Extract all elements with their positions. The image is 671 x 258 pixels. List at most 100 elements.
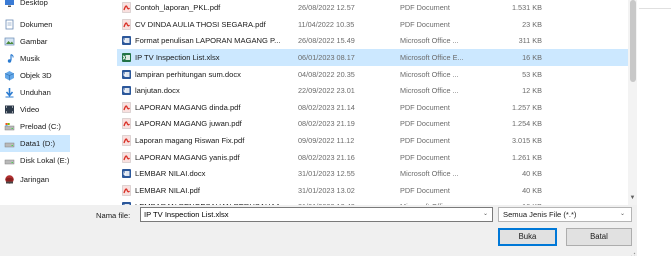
file-row[interactable]: LAPORAN MAGANG juwan.pdf 08/02/2023 21.19… — [117, 116, 628, 133]
file-date: 31/01/2023 12.55 — [298, 169, 355, 179]
file-name: IP TV Inspection List.xlsx — [135, 53, 220, 63]
file-date: 04/08/2022 20.35 — [298, 69, 355, 79]
file-date: 11/04/2022 10.35 — [298, 19, 355, 29]
file-date: 31/01/2023 13.02 — [298, 185, 355, 195]
nav-item-label: Data1 (D:) — [20, 139, 56, 148]
downloads-icon — [4, 87, 15, 98]
file-date: 26/08/2022 12.57 — [298, 3, 355, 13]
file-type: Microsoft Office ... — [400, 69, 459, 79]
file-date: 22/09/2022 23.01 — [298, 86, 355, 96]
videos-icon — [4, 104, 15, 115]
word-file-icon — [121, 69, 132, 80]
word-file-icon — [121, 85, 132, 96]
nav-item-label: Video — [20, 105, 40, 114]
file-row[interactable]: LAPORAN MAGANG yanis.pdf 08/02/2023 21.16… — [117, 149, 628, 166]
file-size: 40 KB — [522, 185, 542, 195]
background-area — [637, 0, 671, 258]
nav-item-desktop[interactable]: Desktop — [0, 0, 117, 11]
pdf-file-icon — [121, 118, 132, 130]
file-row[interactable]: LEMBAR NILAI.docx 31/01/2023 12.55 Microso… — [117, 166, 628, 183]
cancel-button[interactable]: Batal — [566, 228, 632, 246]
file-row[interactable]: lampiran perhitungan sum.docx 04/08/2022 … — [117, 66, 628, 83]
documents-icon — [4, 19, 15, 30]
vertical-scrollbar[interactable]: ▼ — [628, 0, 637, 205]
file-name: LAPORAN MAGANG yanis.pdf — [135, 152, 240, 162]
desktop-icon — [4, 0, 15, 8]
file-list: Contoh_laporan_PKL.pdf 26/08/2022 12.57 PD… — [117, 0, 628, 205]
file-name: LEMBAR NILAI.pdf — [135, 185, 200, 195]
file-type: PDF Document — [400, 102, 450, 112]
file-size: 53 KB — [522, 69, 542, 79]
file-date: 08/02/2023 21.14 — [298, 102, 355, 112]
file-row[interactable]: Laporan magang Riswan Fix.pdf 09/09/2022 … — [117, 132, 628, 149]
file-type: PDF Document — [400, 185, 450, 195]
file-name: LEMBAR NILAI.docx — [135, 169, 206, 179]
open-button[interactable]: Buka — [498, 228, 557, 246]
excel-file-icon — [121, 52, 132, 63]
nav-item-label: Objek 3D — [20, 71, 52, 80]
file-row[interactable]: CV DINDA AULIA THOSI SEGARA.pdf 11/04/202… — [117, 16, 628, 33]
nav-item-3d-objects[interactable]: Objek 3D — [0, 67, 117, 84]
scrollbar-thumb[interactable] — [629, 0, 636, 82]
file-name: LAPORAN MAGANG dinda.pdf — [135, 102, 241, 112]
nav-item-downloads[interactable]: Unduhan — [0, 84, 117, 101]
divider — [639, 8, 671, 9]
file-row[interactable]: lanjutan.docx 22/09/2022 23.01 Microsoft O… — [117, 83, 628, 100]
file-size: 1.257 KB — [511, 102, 542, 112]
file-type: PDF Document — [400, 119, 450, 129]
nav-item-pictures[interactable]: Gambar — [0, 33, 117, 50]
filename-input[interactable] — [140, 207, 493, 222]
pdf-file-icon — [121, 102, 132, 113]
file-name: LAPORAN MAGANG juwan.pdf — [135, 119, 242, 129]
nav-item-label: Jaringan — [20, 175, 50, 184]
file-row[interactable]: IP TV Inspection List.xlsx 06/01/2023 08.… — [117, 49, 628, 66]
file-size: 3.015 KB — [511, 136, 542, 146]
file-size: 16 KB — [522, 53, 542, 63]
file-name: Laporan magang Riswan Fix.pdf — [135, 136, 245, 146]
file-size: 12 KB — [522, 86, 542, 96]
file-size: 23 KB — [522, 19, 542, 29]
nav-item-documents[interactable]: Dokumen — [0, 16, 117, 33]
pictures-icon — [4, 36, 15, 47]
filetype-value: Semua Jenis File (*.*) — [503, 210, 577, 219]
nav-item-drive-d[interactable]: Data1 (D:) — [0, 135, 70, 152]
file-name: lampiran perhitungan sum.docx — [135, 69, 241, 79]
file-type: Microsoft Office ... — [400, 86, 459, 96]
nav-item-network[interactable]: Jaringan — [0, 171, 117, 188]
pdf-file-icon — [121, 19, 132, 30]
filetype-select[interactable]: Semua Jenis File (*.*) ⌄ — [498, 207, 632, 222]
nav-item-label: Desktop — [20, 0, 48, 7]
file-date: 06/01/2023 08.17 — [298, 53, 355, 63]
file-type: PDF Document — [400, 136, 450, 146]
music-icon — [4, 53, 15, 64]
file-date: 09/09/2022 11.12 — [298, 136, 355, 146]
filename-dropdown-icon[interactable]: ⌄ — [479, 208, 492, 221]
file-row[interactable]: LAPORAN MAGANG dinda.pdf 08/02/2023 21.14… — [117, 99, 628, 116]
word-file-icon — [121, 35, 132, 46]
drive-d-icon — [4, 138, 15, 149]
navigation-pane: Desktop Dokumen Gambar Musik Objek 3D Unduhan… — [0, 0, 117, 205]
drive-e-icon — [4, 155, 15, 166]
nav-item-label: Disk Lokal (E:) — [20, 156, 70, 165]
nav-item-music[interactable]: Musik — [0, 50, 117, 67]
pdf-file-icon — [121, 151, 132, 163]
file-row[interactable]: Contoh_laporan_PKL.pdf 26/08/2022 12.57 PD… — [117, 0, 628, 16]
file-row[interactable]: Format penulisan LAPORAN MAGANG P... 26/0… — [117, 33, 628, 50]
pdf-file-icon — [121, 135, 132, 146]
file-size: 1.531 KB — [511, 3, 542, 13]
chevron-down-icon: ⌄ — [619, 211, 625, 217]
nav-item-label: Musik — [20, 54, 40, 63]
drive-c-icon — [4, 121, 15, 132]
scroll-down-icon[interactable]: ▼ — [629, 194, 636, 202]
file-date: 08/02/2023 21.16 — [298, 152, 355, 162]
file-size: 40 KB — [522, 169, 542, 179]
nav-item-drive-c[interactable]: Preload (C:) — [0, 118, 117, 135]
filename-label: Nama file: — [96, 211, 131, 220]
nav-item-drive-e[interactable]: Disk Lokal (E:) — [0, 152, 117, 169]
file-date: 08/02/2023 21.19 — [298, 119, 355, 129]
nav-item-label: Unduhan — [20, 88, 51, 97]
nav-item-videos[interactable]: Video — [0, 101, 117, 118]
file-type: PDF Document — [400, 3, 450, 13]
file-type: Microsoft Office ... — [400, 169, 459, 179]
file-row[interactable]: LEMBAR NILAI.pdf 31/01/2023 13.02 PDF Docu… — [117, 182, 628, 199]
